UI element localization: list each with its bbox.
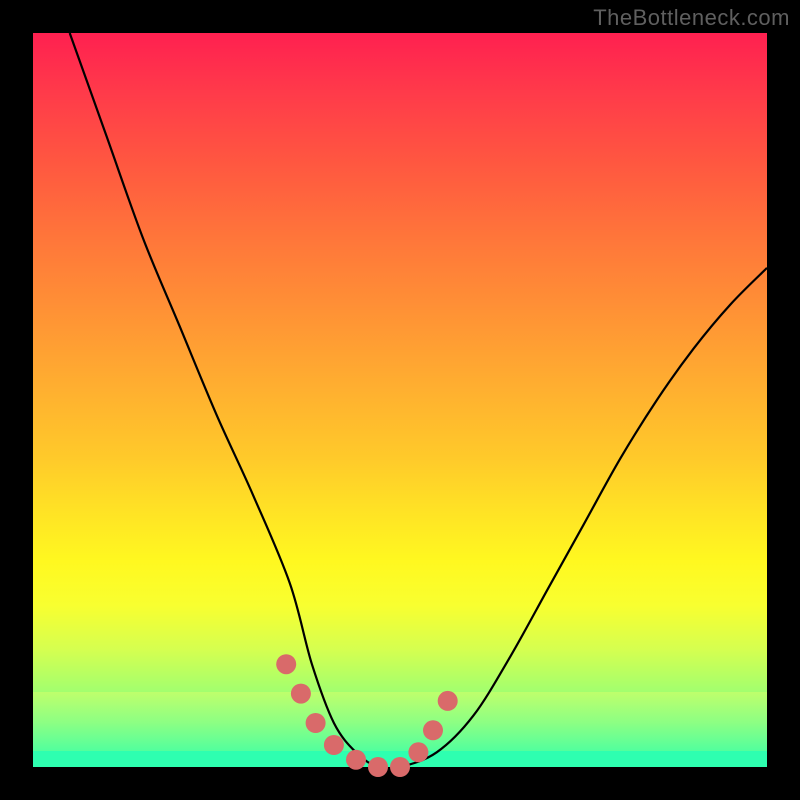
highlight-point <box>368 757 388 777</box>
highlight-point <box>276 654 296 674</box>
highlight-point <box>408 742 428 762</box>
bottleneck-curve <box>70 33 767 769</box>
highlight-point <box>291 684 311 704</box>
highlight-point <box>438 691 458 711</box>
highlight-point <box>346 750 366 770</box>
watermark-text: TheBottleneck.com <box>593 5 790 31</box>
highlight-points-group <box>276 654 458 777</box>
highlight-point <box>390 757 410 777</box>
chart-plot-area <box>33 33 767 767</box>
highlight-point <box>324 735 344 755</box>
bottleneck-curve-svg <box>33 33 767 767</box>
highlight-point <box>423 720 443 740</box>
highlight-point <box>306 713 326 733</box>
